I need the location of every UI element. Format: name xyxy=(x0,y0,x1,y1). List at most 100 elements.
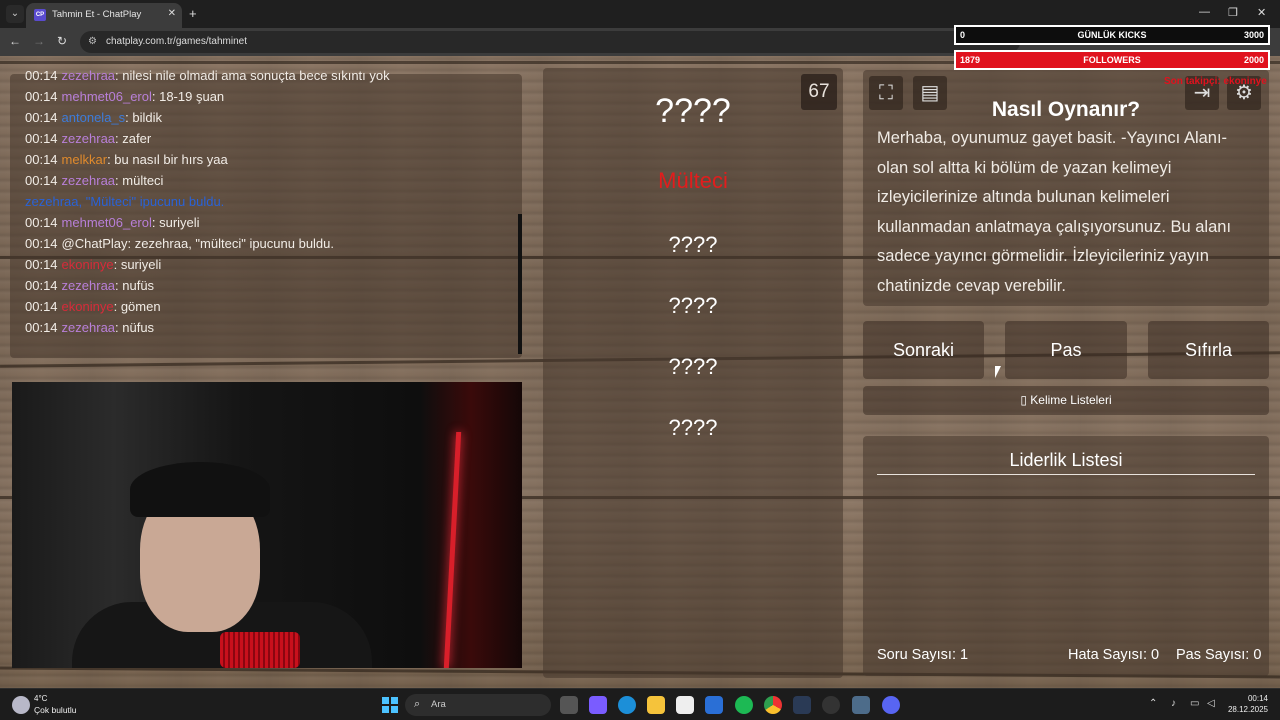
chat-timestamp: 00:14 xyxy=(25,320,58,335)
chat-message: 00:14 zezehraa: zafer xyxy=(25,131,151,146)
restore-icon[interactable]: ❐ xyxy=(1228,6,1238,19)
url-text: chatplay.com.tr/games/tahminet xyxy=(106,36,247,47)
chat-message: 00:14 mehmet06_erol: suriyeli xyxy=(25,215,200,230)
chrome-icon[interactable] xyxy=(764,696,782,714)
followers-goal: 2000 xyxy=(1243,55,1264,65)
mail-icon[interactable] xyxy=(705,696,723,714)
chat-username[interactable]: zezehraa xyxy=(62,173,115,188)
main-word: ???? xyxy=(655,92,731,130)
search-icon: ⌕ xyxy=(414,698,421,710)
word-lists-button[interactable]: ▯ Kelime Listeleri xyxy=(863,386,1269,415)
chat-text: : bu nasıl bir hırs yaa xyxy=(107,152,228,167)
microphone-icon[interactable]: ♪ xyxy=(1171,698,1176,709)
chat-message: 00:14 zezehraa: nüfus xyxy=(25,320,154,335)
kicks-label: GÜNLÜK KICKS xyxy=(1077,30,1147,40)
hidden-hint-word: ???? xyxy=(668,293,718,318)
chat-text: : nüfus xyxy=(115,320,155,335)
taskbar-search-input[interactable]: ⌕ Ara xyxy=(405,694,551,716)
chat-text: : 18-19 şuan xyxy=(151,89,225,104)
weather-description: Çok bulutlu xyxy=(34,705,77,715)
chat-text: : suriyeli xyxy=(151,215,200,230)
chat-username[interactable]: melkkar xyxy=(62,152,108,167)
app-icon[interactable] xyxy=(852,696,870,714)
chat-timestamp: 00:14 xyxy=(25,215,58,230)
divider xyxy=(877,474,1255,475)
chat-timestamp: 00:14 xyxy=(25,278,58,293)
minimize-icon[interactable]: — xyxy=(1199,6,1210,18)
chat-username[interactable]: mehmet06_erol xyxy=(62,89,152,104)
chat-text: : mülteci xyxy=(115,173,164,188)
leaderboard-panel: Liderlik Listesi Soru Sayısı: 1 Hata Say… xyxy=(863,436,1269,676)
forward-icon[interactable]: → xyxy=(33,34,45,48)
chat-username[interactable]: zezehraa xyxy=(62,320,115,335)
file-explorer-icon[interactable] xyxy=(647,696,665,714)
discord-icon[interactable] xyxy=(882,696,900,714)
reload-icon[interactable]: ↻ xyxy=(57,34,67,48)
clock-date[interactable]: 28.12.2025 xyxy=(1228,705,1268,714)
search-placeholder: Ara xyxy=(431,699,446,710)
back-icon[interactable]: ← xyxy=(9,34,21,48)
streamer-hat xyxy=(130,462,270,517)
edge-icon[interactable] xyxy=(618,696,636,714)
pass-button[interactable]: Pas xyxy=(1005,321,1127,379)
chat-message: zezehraa, "Mülteci" ipucunu buldu. xyxy=(25,194,224,209)
reset-button[interactable]: Sıfırla xyxy=(1148,321,1269,379)
chat-message: 00:14 @ChatPlay: zezehraa, "mülteci" ipuc… xyxy=(25,236,334,251)
chat-message: 00:14 melkkar: bu nasıl bir hırs yaa xyxy=(25,152,228,167)
chat-username[interactable]: ekoninye xyxy=(62,299,114,314)
chat-timestamp: 00:14 xyxy=(25,68,58,83)
chat-timestamp: 00:14 xyxy=(25,236,58,251)
chat-text: : suriyeli xyxy=(113,257,162,272)
weather-cloud-icon[interactable] xyxy=(12,696,30,714)
chat-text: : nilesi nile olmadi ama sonuçta bece sı… xyxy=(115,68,390,83)
chat-username[interactable]: antonela_s xyxy=(62,110,126,125)
kicks-goal: 3000 xyxy=(1243,30,1264,40)
found-hint-word: Mülteci xyxy=(658,168,728,193)
site-info-icon[interactable]: ⚙ xyxy=(88,36,97,47)
chat-scrollbar[interactable] xyxy=(518,214,522,354)
red-light-strip xyxy=(443,432,462,668)
how-to-play-panel: ⛶ ▤ ⇥ ⚙ Nasıl Oynanır? Merhaba, oyunumuz… xyxy=(863,70,1269,306)
chat-text: : bildik xyxy=(125,110,163,125)
chat-username[interactable]: mehmet06_erol xyxy=(62,215,152,230)
next-button[interactable]: Sonraki xyxy=(863,321,984,379)
chat-timestamp: 00:14 xyxy=(25,152,58,167)
favicon-icon: CP xyxy=(34,9,46,21)
question-count: Soru Sayısı: 1 xyxy=(877,647,969,663)
browser-tab[interactable]: CP Tahmin Et - ChatPlay ✕ xyxy=(26,3,182,28)
volume-icon[interactable]: ◁ xyxy=(1207,698,1215,709)
chat-message: 00:14 mehmet06_erol: 18-19 şuan xyxy=(25,89,224,104)
chat-message: 00:14 antonela_s: bildik xyxy=(25,110,162,125)
tab-title: Tahmin Et - ChatPlay xyxy=(52,9,142,20)
chat-username[interactable]: zezehraa xyxy=(62,68,115,83)
followers-goal-bar: 1879 FOLLOWERS 2000 xyxy=(954,50,1270,70)
chat-message: 00:14 zezehraa: nufüs xyxy=(25,278,154,293)
spotify-icon[interactable] xyxy=(735,696,753,714)
store-icon[interactable] xyxy=(676,696,694,714)
copilot-icon[interactable] xyxy=(589,696,607,714)
chat-text: : gömen xyxy=(113,299,161,314)
tab-search-button[interactable]: ⌄ xyxy=(6,5,24,23)
network-icon[interactable]: ▭ xyxy=(1190,698,1199,709)
chat-username[interactable]: zezehraa xyxy=(62,278,115,293)
windows-start-icon[interactable] xyxy=(382,697,398,713)
task-view-icon[interactable] xyxy=(560,696,578,714)
chat-panel: 00:14 zezehraa: nilesi nile olmadi ama so… xyxy=(10,68,522,358)
obs-icon[interactable] xyxy=(822,696,840,714)
leaderboard-title: Liderlik Listesi xyxy=(1009,450,1123,470)
tray-chevron-icon[interactable]: ⌃ xyxy=(1149,698,1157,709)
close-window-icon[interactable]: ✕ xyxy=(1257,6,1266,19)
chat-username[interactable]: zezehraa, "Mülteci" ipucunu buldu. xyxy=(25,194,224,209)
last-follower-text: Son takipçi: ekoninye xyxy=(1164,76,1267,87)
webcam-feed xyxy=(12,382,522,668)
chat-timestamp: 00:14 xyxy=(25,110,58,125)
steam-icon[interactable] xyxy=(793,696,811,714)
address-input[interactable]: ⚙ chatplay.com.tr/games/tahminet xyxy=(80,31,1020,53)
chat-text: : nufüs xyxy=(115,278,155,293)
close-tab-icon[interactable]: ✕ xyxy=(168,8,176,19)
chat-username[interactable]: zezehraa xyxy=(62,131,115,146)
clock-time[interactable]: 00:14 xyxy=(1248,694,1268,703)
chat-username[interactable]: ekoninye xyxy=(62,257,114,272)
new-tab-button[interactable]: + xyxy=(189,6,197,21)
hidden-hint-word: ???? xyxy=(668,354,718,379)
